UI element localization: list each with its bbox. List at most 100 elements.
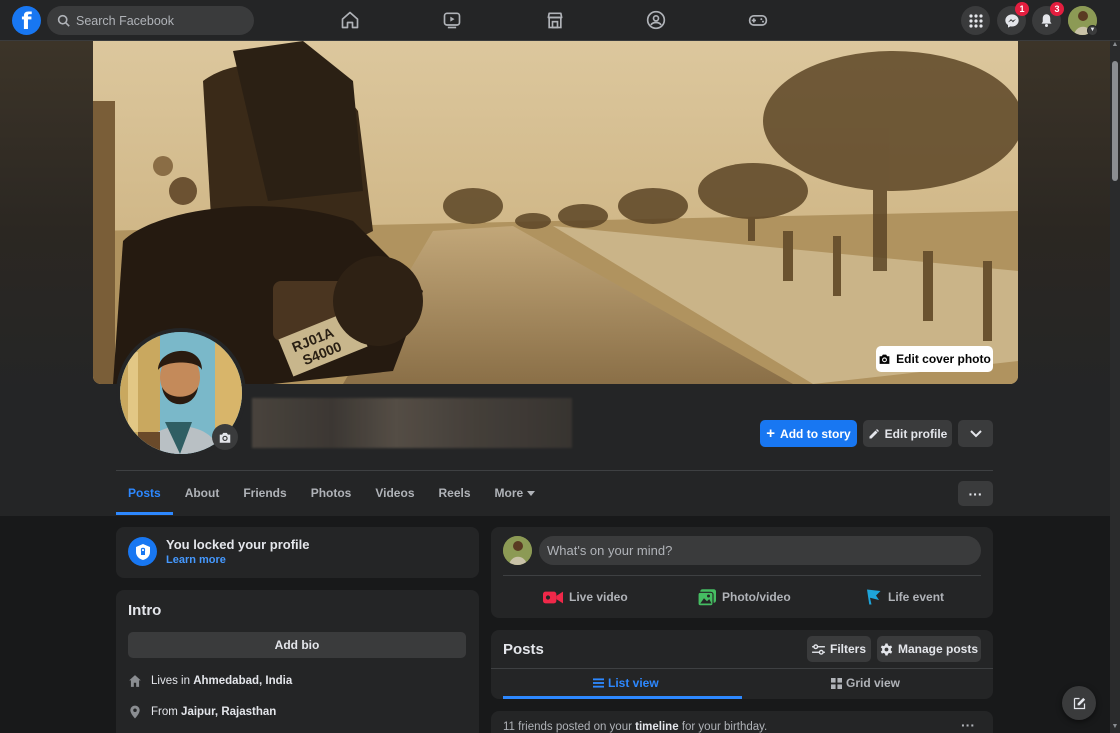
posts-title: Posts <box>503 641 544 658</box>
posts-header-card: Posts Filters Manage posts List view Gri… <box>491 630 993 699</box>
create-post-card: What's on your mind? Live video Photo/vi… <box>491 527 993 618</box>
live-video-label: Live video <box>569 590 628 604</box>
notifications-badge: 3 <box>1050 2 1064 16</box>
posts-divider <box>491 668 993 669</box>
grid-view-tab[interactable]: Grid view <box>831 676 900 690</box>
menu-grid-button[interactable] <box>961 6 990 35</box>
gear-icon <box>880 643 893 655</box>
birthday-prefix: 11 friends posted on your <box>503 721 632 733</box>
intro-from: From Jaipur, Rajasthan <box>128 705 276 719</box>
search-icon <box>57 14 70 27</box>
list-icon <box>593 678 604 688</box>
intro-lives-in: Lives in Ahmedabad, India <box>128 674 292 688</box>
gaming-icon[interactable] <box>746 8 770 32</box>
edit-cover-label: Edit cover photo <box>896 352 991 366</box>
marketplace-icon[interactable] <box>543 8 567 32</box>
live-video-button[interactable]: Live video <box>543 587 628 607</box>
composer-avatar[interactable] <box>503 536 532 565</box>
groups-icon[interactable] <box>644 8 668 32</box>
tab-about[interactable]: About <box>173 471 232 515</box>
messenger-icon <box>1004 13 1019 28</box>
messenger-button[interactable]: 1 <box>997 2 1029 35</box>
filters-button[interactable]: Filters <box>807 636 871 662</box>
caret-down-icon <box>527 490 536 496</box>
location-pin-icon <box>130 705 140 719</box>
add-to-story-button[interactable]: + Add to story <box>760 420 857 447</box>
birthday-post-card: 11 friends posted on your timeline for y… <box>491 711 993 733</box>
facebook-logo-icon[interactable]: f <box>12 6 41 35</box>
add-to-story-label: Add to story <box>780 426 851 441</box>
from-value[interactable]: Jaipur, Rajasthan <box>181 706 276 718</box>
add-bio-button[interactable]: Add bio <box>128 632 466 658</box>
profile-options-button[interactable] <box>958 420 993 447</box>
whats-on-your-mind-input[interactable]: What's on your mind? <box>539 536 981 565</box>
edit-profile-label: Edit profile <box>884 426 948 441</box>
list-view-underline <box>503 696 742 699</box>
edit-profile-button[interactable]: Edit profile <box>863 420 952 447</box>
camera-icon <box>219 432 231 443</box>
pencil-icon <box>869 428 879 438</box>
cover-photo[interactable]: RJ01A S4000 <box>93 41 1018 384</box>
birthday-suffix: for your birthday. <box>681 721 768 733</box>
notifications-button[interactable]: 3 <box>1032 2 1064 35</box>
post-options-icon[interactable]: ··· <box>961 717 975 733</box>
home-icon[interactable] <box>338 8 362 32</box>
tab-more[interactable]: More <box>483 471 548 515</box>
plus-icon: + <box>766 424 776 442</box>
shield-lock-icon <box>128 537 157 566</box>
life-event-button[interactable]: Life event <box>864 587 944 607</box>
camera-icon <box>879 354 890 364</box>
account-caret-icon[interactable]: ▼ <box>1087 25 1098 36</box>
grid-view-label: Grid view <box>846 676 901 690</box>
grid-icon <box>831 677 842 689</box>
photo-video-icon <box>698 588 716 606</box>
intro-title: Intro <box>128 602 162 619</box>
photo-video-label: Photo/video <box>722 590 791 604</box>
list-view-tab[interactable]: List view <box>593 676 659 690</box>
compose-icon <box>1073 697 1085 709</box>
filter-sliders-icon <box>812 643 825 655</box>
from-prefix: From <box>151 706 178 718</box>
update-profile-picture-button[interactable] <box>212 424 238 450</box>
scrollbar-thumb[interactable] <box>1112 61 1118 181</box>
edit-cover-photo-button[interactable]: Edit cover photo <box>876 346 993 372</box>
profile-tabs: Posts About Friends Photos Videos Reels … <box>116 471 547 515</box>
tab-videos[interactable]: Videos <box>363 471 426 515</box>
timeline-link[interactable]: timeline <box>635 721 678 733</box>
manage-posts-label: Manage posts <box>897 642 978 656</box>
watch-icon[interactable] <box>440 8 464 32</box>
composer-divider <box>503 575 981 576</box>
scroll-up-arrow-icon[interactable]: ▲ <box>1111 41 1119 51</box>
page-scrollbar[interactable]: ▲ ▼ <box>1110 41 1120 733</box>
lives-in-prefix: Lives in <box>151 675 190 687</box>
filters-label: Filters <box>829 642 866 656</box>
photo-video-button[interactable]: Photo/video <box>698 587 791 607</box>
intro-card: Intro Add bio Lives in Ahmedabad, India … <box>116 590 479 733</box>
manage-posts-button[interactable]: Manage posts <box>877 636 981 662</box>
bell-icon <box>1041 14 1052 27</box>
tabs-overflow-button[interactable]: ··· <box>958 481 993 506</box>
scroll-down-arrow-icon[interactable]: ▼ <box>1111 723 1119 733</box>
lives-in-value[interactable]: Ahmedabad, India <box>193 675 292 687</box>
birthday-post-text: 11 friends posted on your timeline for y… <box>503 721 767 733</box>
flag-icon <box>867 589 881 605</box>
list-view-label: List view <box>608 676 659 690</box>
profile-name-redacted <box>252 398 572 448</box>
search-box[interactable] <box>47 6 254 35</box>
locked-profile-title: You locked your profile <box>166 537 310 552</box>
live-video-icon <box>543 591 563 603</box>
life-event-label: Life event <box>888 590 945 604</box>
tab-reels[interactable]: Reels <box>427 471 483 515</box>
house-icon <box>129 675 141 687</box>
messenger-badge: 1 <box>1015 2 1029 16</box>
tab-more-label: More <box>494 486 524 500</box>
search-input[interactable] <box>76 13 246 28</box>
grid-menu-icon <box>968 13 983 28</box>
tab-photos[interactable]: Photos <box>299 471 364 515</box>
locked-profile-card: You locked your profile Learn more <box>116 527 479 578</box>
tab-posts[interactable]: Posts <box>116 471 173 515</box>
new-message-button[interactable] <box>1062 686 1096 720</box>
top-navigation-bar: f 1 3 ▼ <box>0 0 1120 41</box>
tab-friends[interactable]: Friends <box>231 471 298 515</box>
learn-more-link[interactable]: Learn more <box>166 554 226 566</box>
